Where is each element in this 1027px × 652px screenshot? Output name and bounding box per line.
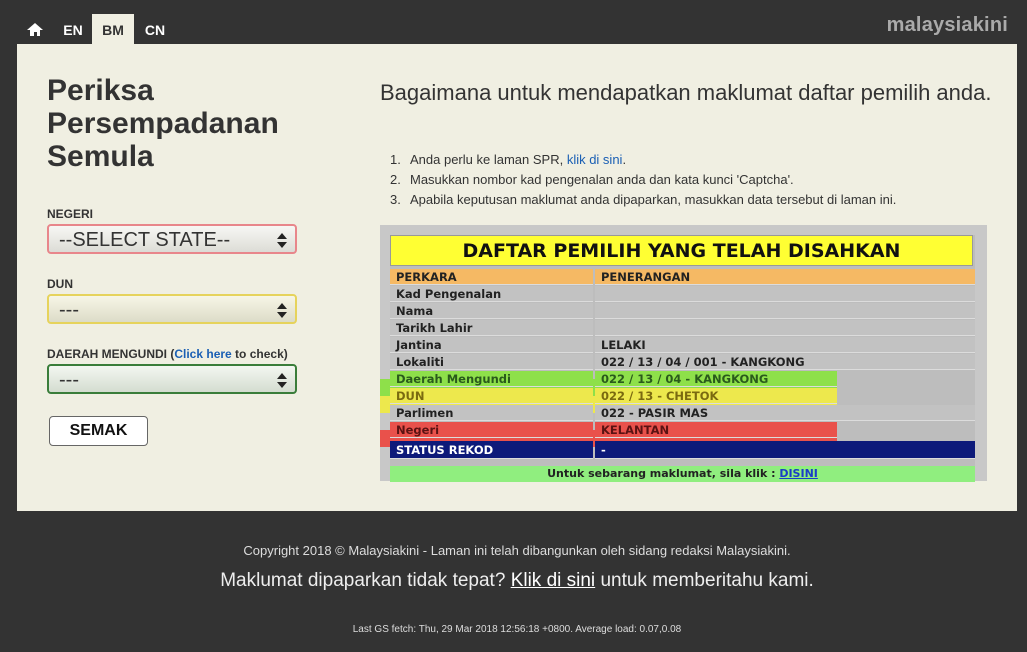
- header-penerangan: PENERANGAN: [595, 269, 975, 285]
- daerah-label: DAERAH MENGUNDI (Click here to check): [47, 347, 288, 361]
- sample-title: DAFTAR PEMILIH YANG TELAH DISAHKAN: [390, 235, 973, 266]
- row-value: [595, 286, 975, 302]
- page-title: Periksa Persempadanan Semula: [47, 74, 279, 173]
- row-value: 022 / 13 / 04 / 001 - KANGKONG: [595, 354, 975, 370]
- sample-header-row: PERKARA PENERANGAN: [390, 269, 975, 286]
- row-label: Parlimen: [390, 405, 593, 421]
- dun-select[interactable]: ---: [47, 294, 297, 324]
- table-row: Daerah Mengundi 022 / 13 / 04 - KANGKONG: [390, 371, 975, 388]
- home-tab[interactable]: [18, 14, 52, 44]
- step-text-end: .: [622, 152, 627, 167]
- step-1: 1. Anda perlu ke laman SPR, klik di sini.: [390, 150, 990, 170]
- sample-footer-text: Untuk sebarang maklumat, sila klik :: [547, 467, 780, 480]
- row-label: DUN: [390, 388, 593, 404]
- select-arrows-icon: [277, 373, 287, 389]
- status-label: STATUS REKOD: [390, 441, 593, 459]
- report-link[interactable]: Klik di sini: [511, 570, 595, 591]
- brand-logo[interactable]: malaysiakini: [887, 14, 1008, 37]
- status-row: STATUS REKOD -: [390, 441, 975, 459]
- step-text: Masukkan nombor kad pengenalan anda dan …: [410, 172, 794, 187]
- table-row: Lokaliti 022 / 13 / 04 / 001 - KANGKONG: [390, 354, 975, 371]
- copyright: Copyright 2018 © Malaysiakini - Laman in…: [243, 543, 791, 558]
- table-row: Negeri KELANTAN: [390, 422, 975, 439]
- step-number: 3.: [390, 192, 401, 207]
- row-value: KELANTAN: [595, 422, 837, 438]
- daerah-label-text: DAERAH MENGUNDI: [47, 347, 167, 361]
- negeri-label: NEGERI: [47, 207, 94, 221]
- row-label: Lokaliti: [390, 354, 593, 370]
- home-icon: [27, 23, 43, 37]
- dun-select-value: ---: [59, 299, 79, 321]
- row-label: Negeri: [390, 422, 593, 438]
- select-arrows-icon: [277, 303, 287, 319]
- table-row: Kad Pengenalan: [390, 286, 975, 303]
- row-value: LELAKI: [595, 337, 975, 353]
- instructions-title: Bagaimana untuk mendapatkan maklumat daf…: [380, 80, 992, 105]
- step-text: Anda perlu ke laman SPR,: [410, 152, 567, 167]
- table-row: DUN 022 / 13 - CHETOK: [390, 388, 975, 405]
- daerah-select-value: ---: [59, 369, 79, 391]
- tab-cn[interactable]: CN: [136, 14, 174, 44]
- status-value: -: [595, 441, 975, 459]
- tab-bm[interactable]: BM: [92, 14, 134, 44]
- step-number: 2.: [390, 172, 401, 187]
- row-label: Kad Pengenalan: [390, 286, 593, 302]
- main-panel: Periksa Persempadanan Semula NEGERI --SE…: [17, 44, 1017, 511]
- row-label: Tarikh Lahir: [390, 320, 593, 336]
- step-text: Apabila keputusan maklumat anda dipapark…: [410, 192, 897, 207]
- top-nav: EN BM CN malaysiakini: [0, 0, 1027, 44]
- row-label: Nama: [390, 303, 593, 319]
- table-row: Parlimen 022 - PASIR MAS: [390, 405, 975, 422]
- daerah-select[interactable]: ---: [47, 364, 297, 394]
- table-row: Tarikh Lahir: [390, 320, 975, 337]
- table-row: Jantina LELAKI: [390, 337, 975, 354]
- dun-label: DUN: [47, 277, 73, 291]
- spr-link[interactable]: klik di sini: [567, 152, 623, 167]
- row-value: [595, 320, 975, 336]
- negeri-select-value: --SELECT STATE--: [59, 229, 231, 251]
- header-perkara: PERKARA: [390, 269, 593, 285]
- step-2: 2. Masukkan nombor kad pengenalan anda da…: [390, 170, 990, 190]
- disini-link: DISINI: [779, 467, 818, 480]
- step-3: 3. Apabila keputusan maklumat anda dipapa…: [390, 190, 990, 210]
- row-label: Daerah Mengundi: [390, 371, 593, 387]
- row-value: 022 - PASIR MAS: [595, 405, 975, 421]
- table-row: Nama: [390, 303, 975, 320]
- instructions-list: 1. Anda perlu ke laman SPR, klik di sini.…: [390, 150, 990, 210]
- semak-button[interactable]: SEMAK: [49, 416, 148, 446]
- row-value: [595, 303, 975, 319]
- report-line: Maklumat dipaparkan tidak tepat? Klik di…: [0, 570, 1027, 592]
- daerah-label-rest: to check): [231, 347, 288, 361]
- tab-en[interactable]: EN: [55, 14, 91, 44]
- sample-table: DAFTAR PEMILIH YANG TELAH DISAHKAN PERKA…: [380, 235, 975, 482]
- daerah-check-link[interactable]: Click here: [174, 347, 231, 361]
- row-label: Jantina: [390, 337, 593, 353]
- row-value: 022 / 13 / 04 - KANGKONG: [595, 371, 837, 387]
- last-fetch-status: Last GS fetch: Thu, 29 Mar 2018 12:56:18…: [352, 624, 682, 635]
- sample-result-image: DAFTAR PEMILIH YANG TELAH DISAHKAN PERKA…: [380, 225, 987, 482]
- select-arrows-icon: [277, 233, 287, 249]
- negeri-select[interactable]: --SELECT STATE--: [47, 224, 297, 254]
- sample-footer: Untuk sebarang maklumat, sila klik : DIS…: [390, 466, 975, 482]
- report-text-end: untuk memberitahu kami.: [595, 570, 814, 591]
- report-text: Maklumat dipaparkan tidak tepat?: [220, 570, 511, 591]
- step-number: 1.: [390, 152, 401, 167]
- row-value: 022 / 13 - CHETOK: [595, 388, 837, 404]
